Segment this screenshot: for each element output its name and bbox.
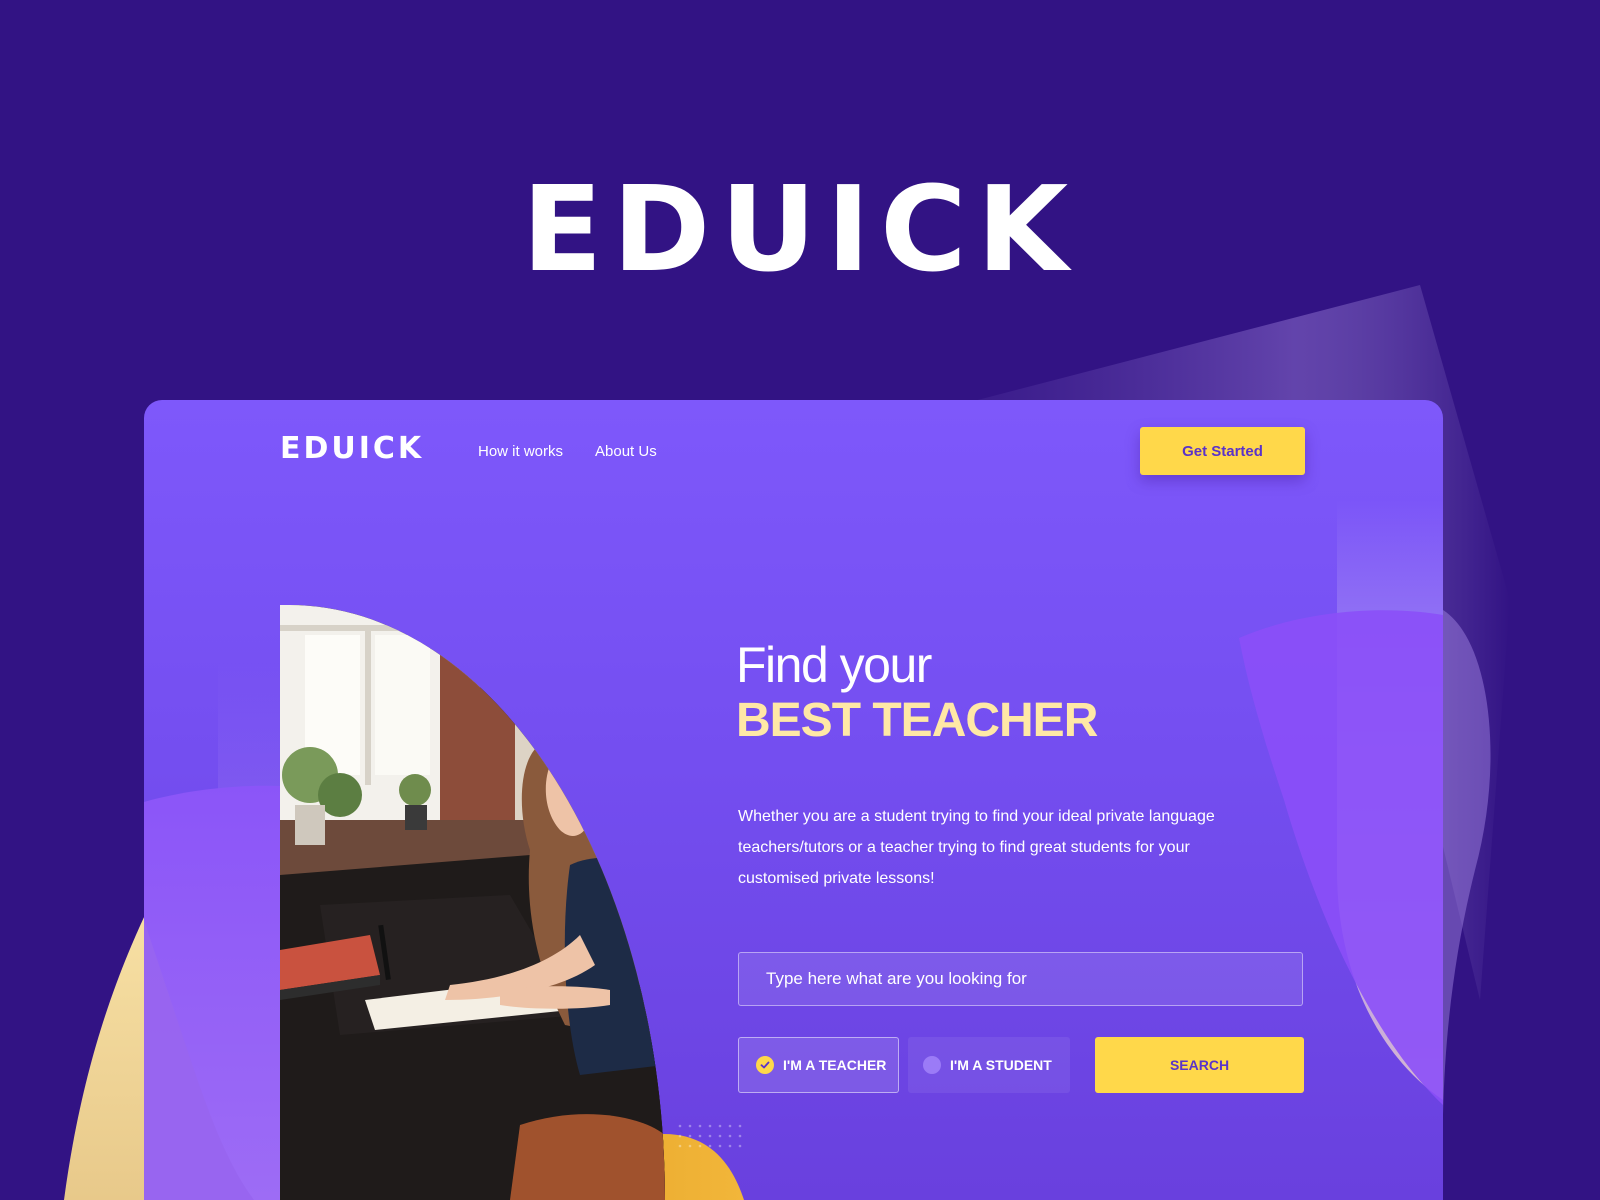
teacher-role-label: I'M A TEACHER	[783, 1057, 887, 1073]
nav-logo[interactable]: EDUICK	[280, 434, 424, 464]
nav-link-about-us[interactable]: About Us	[595, 443, 657, 460]
teacher-role-option[interactable]: I'M A TEACHER	[738, 1037, 899, 1093]
hero-title-line2: BEST TEACHER	[736, 694, 1098, 747]
get-started-button[interactable]: Get Started	[1140, 427, 1305, 475]
radio-unchecked-icon	[923, 1056, 941, 1074]
student-role-label: I'M A STUDENT	[950, 1057, 1052, 1073]
search-button[interactable]: SEARCH	[1095, 1037, 1304, 1093]
hero-title-line1: Find your	[736, 637, 932, 693]
check-icon	[756, 1056, 774, 1074]
nav-link-how-it-works[interactable]: How it works	[478, 443, 563, 460]
student-role-option[interactable]: I'M A STUDENT	[908, 1037, 1070, 1093]
decorative-dots-icon	[678, 1124, 742, 1148]
landing-page-card: EDUICK How it works About Us Get Started	[144, 400, 1443, 1200]
hero-description: Whether you are a student trying to find…	[738, 808, 1215, 887]
search-field[interactable]	[738, 952, 1303, 1006]
search-input[interactable]	[739, 953, 1302, 1005]
brand-logo: EDUICK	[521, 160, 1079, 298]
